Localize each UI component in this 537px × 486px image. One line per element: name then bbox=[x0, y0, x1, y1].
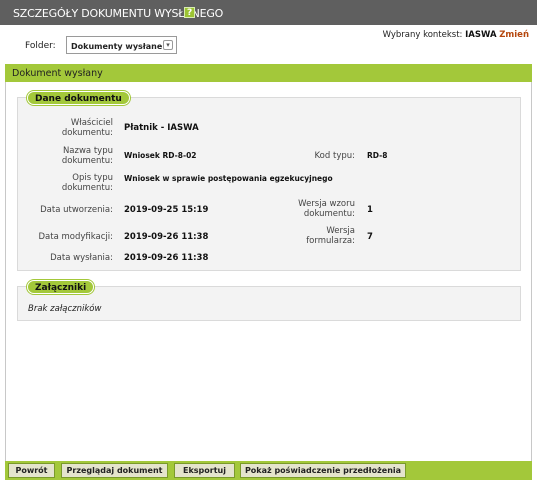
back-button[interactable]: Powrót bbox=[8, 463, 55, 478]
panel-header: Dokument wysłany bbox=[5, 64, 532, 82]
sent-value: 2019-09-26 11:38 bbox=[124, 253, 209, 263]
type-desc-value: Wniosek w sprawie postępowania egzekucyj… bbox=[124, 174, 333, 183]
owner-label: Właściciel dokumentu: bbox=[61, 118, 113, 138]
type-desc-label: Opis typu dokumentu: bbox=[61, 173, 113, 193]
chevron-down-icon[interactable]: ▾ bbox=[163, 40, 173, 50]
panel-title: Dokument wysłany bbox=[12, 68, 103, 79]
owner-value: Płatnik - IASWA bbox=[124, 123, 199, 133]
show-certificate-button[interactable]: Pokaż poświadczenie przedłożenia bbox=[240, 463, 406, 478]
attachments-empty-text: Brak załączników bbox=[28, 304, 102, 314]
change-context-link[interactable]: Zmień bbox=[499, 30, 529, 40]
export-button[interactable]: Eksportuj bbox=[174, 463, 235, 478]
template-version-label: Wersja wzoru dokumentu: bbox=[298, 199, 355, 219]
context-label: Wybrany kontekst: bbox=[382, 30, 463, 40]
modified-label: Data modyfikacji: bbox=[38, 232, 114, 242]
attachments-heading: Załączniki bbox=[27, 280, 95, 294]
context-value: IASWA bbox=[465, 30, 497, 40]
type-code-label: Kod typu: bbox=[314, 151, 355, 161]
form-version-label: Wersja formularza: bbox=[306, 226, 355, 246]
type-name-label: Nazwa typu dokumentu: bbox=[61, 146, 113, 166]
folder-label: Folder: bbox=[25, 41, 56, 51]
window-title-bar: SZCZEGÓŁY DOKUMENTU WYSŁANEGO ? bbox=[0, 0, 537, 25]
sent-label: Data wysłania: bbox=[50, 253, 113, 263]
created-label: Data utworzenia: bbox=[40, 205, 113, 215]
view-document-button[interactable]: Przeglądaj dokument bbox=[61, 463, 168, 478]
created-value: 2019-09-25 15:19 bbox=[124, 205, 209, 215]
help-icon[interactable]: ? bbox=[184, 7, 195, 18]
folder-selected-value: Dokumenty wysłane bbox=[71, 42, 163, 51]
type-code-value: RD-8 bbox=[367, 151, 388, 160]
form-version-value: 7 bbox=[367, 232, 373, 242]
context-info: Wybrany kontekst: IASWA Zmień bbox=[383, 30, 529, 40]
document-data-heading: Dane dokumentu bbox=[27, 91, 130, 105]
template-version-value: 1 bbox=[367, 205, 373, 215]
type-name-value: Wniosek RD-8-02 bbox=[124, 151, 197, 160]
folder-select[interactable]: Dokumenty wysłane ▾ bbox=[66, 36, 177, 54]
modified-value: 2019-09-26 11:38 bbox=[124, 232, 209, 242]
